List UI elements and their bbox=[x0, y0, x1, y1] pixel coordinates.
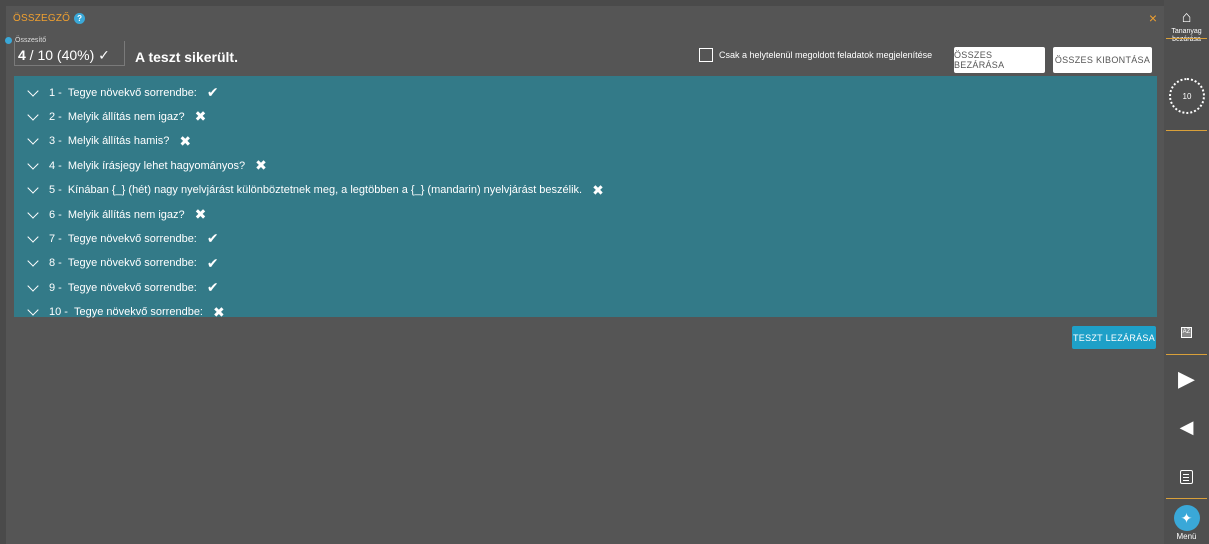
cross-icon: ✖ bbox=[255, 157, 267, 174]
question-row[interactable]: 3 - Melyik állítás hamis? ✖ bbox=[27, 129, 192, 154]
question-row[interactable]: 1 - Tegye növekvő sorrendbe: ✔ bbox=[27, 80, 219, 105]
close-material-label: Tananyag bezárása bbox=[1171, 28, 1202, 43]
timer: 10 bbox=[1169, 78, 1205, 114]
question-row[interactable]: 9 - Tegye növekvő sorrendbe: ✔ bbox=[27, 275, 219, 300]
finish-test-button[interactable]: TESZT LEZÁRÁSA bbox=[1072, 326, 1156, 349]
question-row[interactable]: 6 - Melyik állítás nem igaz? ✖ bbox=[27, 202, 207, 227]
question-number: 1 - bbox=[49, 86, 62, 99]
cross-icon: ✖ bbox=[194, 206, 207, 222]
check-icon: ✔ bbox=[206, 254, 219, 271]
cross-icon: ✖ bbox=[592, 181, 604, 198]
filter-checkbox[interactable] bbox=[699, 48, 713, 62]
question-text: Melyik írásjegy lehet hagyományos? bbox=[67, 159, 246, 172]
divider bbox=[1166, 38, 1207, 39]
score-correct: 4 bbox=[18, 47, 26, 63]
chevron-down-icon[interactable] bbox=[27, 280, 39, 292]
chevron-down-icon[interactable] bbox=[27, 206, 39, 219]
cross-icon: ✖ bbox=[179, 132, 192, 149]
menu-button[interactable]: ✦ Menü bbox=[1164, 505, 1209, 541]
question-number: 9 - bbox=[49, 281, 62, 294]
question-number: 5 - bbox=[49, 184, 62, 197]
result-text: A teszt sikerült. bbox=[135, 49, 238, 65]
divider bbox=[1166, 130, 1207, 131]
divider bbox=[1166, 354, 1207, 355]
document-icon bbox=[1180, 470, 1193, 484]
question-number: 4 - bbox=[49, 159, 62, 172]
cross-icon: ✖ bbox=[194, 108, 207, 125]
question-number: 7 - bbox=[49, 232, 62, 245]
question-list: 1 - Tegye növekvő sorrendbe: ✔ 2 - Melyik ál… bbox=[14, 76, 1157, 320]
filter-label: Csak a helytelenül megoldott feladatok m… bbox=[719, 50, 933, 60]
question-row[interactable]: 4 - Melyik írásjegy lehet hagyományos? ✖ bbox=[27, 153, 267, 178]
help-icon[interactable]: ? bbox=[74, 13, 86, 24]
home-icon: ⌂ bbox=[1181, 9, 1192, 26]
question-number: 2 - bbox=[49, 110, 62, 123]
close-icon[interactable]: × bbox=[1149, 11, 1157, 25]
question-text: Melyik állítás hamis? bbox=[67, 135, 170, 148]
chevron-down-icon[interactable] bbox=[27, 158, 39, 170]
expand-all-button[interactable]: ÖSSZES KIBONTÁSA bbox=[1053, 47, 1152, 73]
cross-icon: ✖ bbox=[213, 303, 225, 320]
summary-legend-label: Összesítő bbox=[15, 37, 47, 44]
question-text: Tegye növekvő sorrendbe: bbox=[67, 257, 197, 270]
forward-icon[interactable]: ▶ bbox=[1164, 368, 1209, 390]
question-row[interactable]: 5 - Kínában {_} (hét) nagy nyelvjárást kü… bbox=[27, 178, 604, 203]
question-row[interactable]: 7 - Tegye növekvő sorrendbe: ✔ bbox=[27, 226, 219, 251]
check-icon: ✔ bbox=[206, 230, 219, 247]
chevron-down-icon[interactable] bbox=[27, 255, 39, 267]
question-number: 8 - bbox=[49, 257, 62, 270]
check-icon: ✔ bbox=[206, 279, 219, 296]
sidebar: ⌂ Tananyag bezárása 10 AZ ▶ ◀ ✦ Menü bbox=[1164, 0, 1209, 544]
contents-button[interactable] bbox=[1164, 470, 1209, 489]
filter-incorrect[interactable]: Csak a helytelenül megoldott feladatok m… bbox=[699, 48, 932, 62]
question-text: Melyik állítás nem igaz? bbox=[67, 208, 185, 221]
header: ÖSSZEGZŐ ? bbox=[13, 13, 86, 24]
question-row[interactable]: 2 - Melyik állítás nem igaz? ✖ bbox=[27, 104, 207, 129]
question-number: 10 - bbox=[49, 306, 68, 319]
question-row[interactable]: 10 - Tegye növekvő sorrendbe: ✖ bbox=[27, 300, 225, 325]
question-text: Tegye növekvő sorrendbe: bbox=[67, 232, 197, 245]
back-icon[interactable]: ◀ bbox=[1164, 418, 1209, 436]
chevron-down-icon[interactable] bbox=[27, 304, 39, 316]
question-text: Kínában {_} (hét) nagy nyelvjárást külön… bbox=[67, 184, 583, 197]
info-dot-icon bbox=[5, 37, 12, 44]
question-text: Tegye növekvő sorrendbe: bbox=[67, 281, 197, 294]
summary-legend: Összesítő bbox=[5, 37, 47, 44]
summary-window: ÖSSZEGZŐ ? × Összesítő 4 / 10 (40%) ✓ A … bbox=[5, 6, 1164, 544]
menu-label: Menü bbox=[1176, 532, 1197, 541]
score: 4 / 10 (40%) ✓ bbox=[18, 47, 110, 64]
divider bbox=[1166, 498, 1207, 499]
chevron-down-icon[interactable] bbox=[27, 182, 39, 194]
az-icon: AZ bbox=[1181, 327, 1192, 338]
score-total: / 10 (40%) ✓ bbox=[25, 47, 110, 63]
question-row[interactable]: 8 - Tegye növekvő sorrendbe: ✔ bbox=[27, 251, 219, 276]
question-text: Tegye növekvő sorrendbe: bbox=[73, 306, 203, 319]
page-title: ÖSSZEGZŐ bbox=[13, 13, 71, 24]
close-all-button[interactable]: ÖSSZES BEZÁRÁSA bbox=[954, 47, 1045, 73]
check-icon: ✔ bbox=[206, 84, 219, 100]
chevron-down-icon[interactable] bbox=[27, 231, 39, 243]
menu-icon: ✦ bbox=[1173, 505, 1200, 531]
question-text: Melyik állítás nem igaz? bbox=[67, 110, 185, 123]
az-button[interactable]: AZ bbox=[1164, 320, 1209, 338]
question-number: 6 - bbox=[49, 208, 62, 221]
chevron-down-icon[interactable] bbox=[27, 109, 39, 121]
chevron-down-icon[interactable] bbox=[27, 133, 39, 145]
question-number: 3 - bbox=[49, 135, 62, 148]
chevron-down-icon[interactable] bbox=[27, 84, 39, 97]
question-text: Tegye növekvő sorrendbe: bbox=[67, 86, 197, 99]
